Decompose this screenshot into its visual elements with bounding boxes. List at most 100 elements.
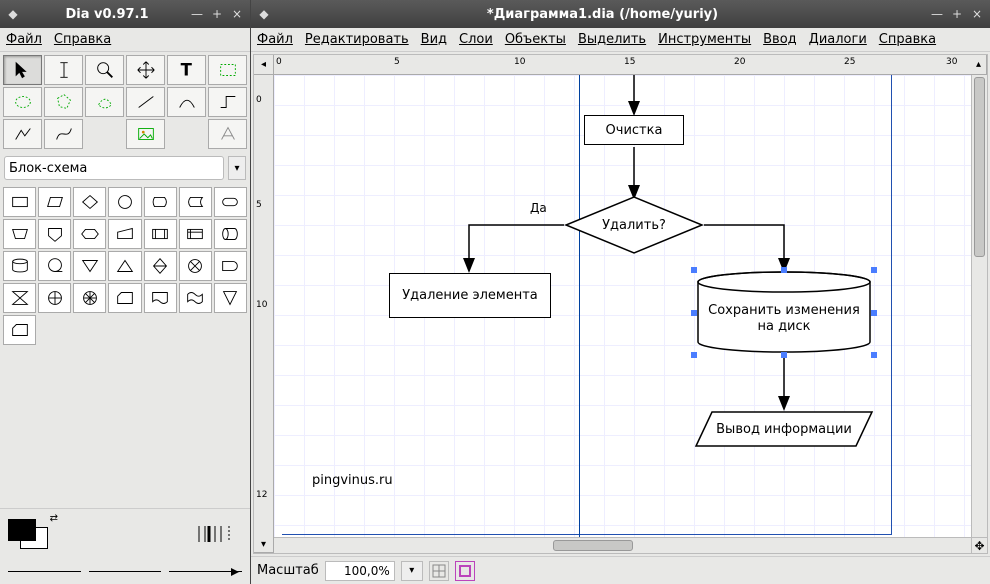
node-decision-delete[interactable]: Удалить? — [564, 195, 704, 255]
tool-line[interactable] — [126, 87, 165, 117]
shape-decision[interactable] — [73, 187, 106, 217]
shape-internal-storage[interactable] — [179, 219, 212, 249]
menu-help2[interactable]: Справка — [879, 32, 936, 47]
vertical-scrollbar[interactable] — [971, 75, 987, 537]
canvas-area: ◂ 0 5 10 15 20 25 30 ▴ 0 5 10 12 — [253, 54, 988, 554]
shape-magnetic-drum[interactable] — [214, 219, 247, 249]
shape-magnetic-disk[interactable] — [3, 251, 36, 281]
fgcolor-swatch[interactable] — [8, 519, 36, 541]
shape-predef-process[interactable] — [144, 219, 177, 249]
shape-display[interactable] — [144, 187, 177, 217]
toolbox-titlebar[interactable]: ◆ Dia v0.97.1 — + × — [0, 0, 250, 28]
ruler-corner-tr[interactable]: ▴ — [971, 55, 987, 75]
shape-delay[interactable] — [214, 251, 247, 281]
vertical-ruler[interactable]: 0 5 10 12 — [254, 75, 274, 537]
tool-polygon[interactable] — [44, 87, 83, 117]
vruler-tick: 5 — [256, 200, 262, 210]
snap-toggle[interactable] — [429, 561, 449, 581]
shape-offpage[interactable] — [38, 219, 71, 249]
shape-or[interactable] — [179, 251, 212, 281]
minimize-icon[interactable]: — — [190, 7, 204, 21]
canvas-close-icon[interactable]: × — [970, 7, 984, 21]
menu-help[interactable]: Справка — [54, 32, 111, 47]
tool-zigzag[interactable] — [208, 87, 247, 117]
tool-arc[interactable] — [167, 87, 206, 117]
shape-loop-limit[interactable] — [3, 315, 36, 345]
canvas-maximize-icon[interactable]: + — [950, 7, 964, 21]
tool-zoom[interactable] — [85, 55, 124, 85]
node-label: Вывод информации — [716, 422, 852, 437]
tool-bezier[interactable] — [44, 119, 83, 149]
vruler-tick: 10 — [256, 300, 267, 310]
menu-select[interactable]: Выделить — [578, 32, 646, 47]
shape-process[interactable] — [3, 187, 36, 217]
ruler-corner-bl[interactable]: ▾ — [254, 537, 274, 553]
shape-connector[interactable] — [108, 187, 141, 217]
shape-punched-card[interactable] — [108, 283, 141, 313]
tool-beziergon[interactable] — [85, 87, 124, 117]
shape-summing[interactable] — [73, 283, 106, 313]
linestyle-selector[interactable] — [89, 571, 162, 572]
tool-outline[interactable] — [208, 119, 247, 149]
menu-view[interactable]: Вид — [421, 32, 447, 47]
tool-box[interactable] — [208, 55, 247, 85]
canvas-titlebar[interactable]: ◆ *Диаграмма1.dia (/home/yuriy) — + × — [251, 0, 990, 28]
horizontal-scrollbar[interactable] — [274, 537, 971, 553]
menu-file[interactable]: Файл — [257, 32, 293, 47]
menu-edit[interactable]: Редактировать — [305, 32, 409, 47]
horizontal-ruler[interactable]: 0 5 10 15 20 25 30 — [274, 55, 971, 75]
menu-file[interactable]: Файл — [6, 32, 42, 47]
node-output-info[interactable]: Вывод информации — [694, 410, 874, 448]
shape-extract[interactable] — [73, 251, 106, 281]
node-storage-save[interactable]: Сохранить изменения на диск — [694, 270, 874, 355]
tool-image[interactable] — [126, 119, 165, 149]
tool-scroll[interactable] — [126, 55, 165, 85]
canvas-minimize-icon[interactable]: — — [930, 7, 944, 21]
shape-manual-input[interactable] — [108, 219, 141, 249]
close-icon[interactable]: × — [230, 7, 244, 21]
tool-ellipse[interactable] — [3, 87, 42, 117]
colorswatch[interactable]: ⇄ — [8, 519, 48, 549]
line-pattern[interactable] — [192, 520, 242, 548]
zoom-label: Масштаб — [257, 563, 319, 578]
sheet-name-input[interactable] — [4, 156, 224, 180]
shape-junction[interactable] — [38, 283, 71, 313]
nav-corner-icon[interactable]: ✥ — [971, 537, 987, 553]
node-process-delete-elem[interactable]: Удаление элемента — [389, 273, 551, 318]
tool-text[interactable]: T — [167, 55, 206, 85]
tool-polyline[interactable] — [3, 119, 42, 149]
shape-preparation[interactable] — [73, 219, 106, 249]
shape-document[interactable] — [144, 283, 177, 313]
shape-manual-op[interactable] — [3, 219, 36, 249]
shape-punched-tape[interactable] — [179, 283, 212, 313]
shape-parallelogram[interactable] — [38, 187, 71, 217]
hruler-tick: 0 — [276, 57, 282, 67]
shape-terminal[interactable] — [214, 187, 247, 217]
ruler-corner[interactable]: ◂ — [254, 55, 274, 75]
menu-tools[interactable]: Инструменты — [658, 32, 751, 47]
shape-sort[interactable] — [144, 251, 177, 281]
tool-pointer[interactable] — [3, 55, 42, 85]
node-process-clean[interactable]: Очистка — [584, 115, 684, 145]
shape-tape[interactable] — [38, 251, 71, 281]
object-snap-toggle[interactable] — [455, 561, 475, 581]
menu-layers[interactable]: Слои — [459, 32, 493, 47]
menu-dialogs[interactable]: Диалоги — [809, 32, 867, 47]
vertical-guide[interactable] — [579, 75, 580, 537]
endarrow-selector[interactable] — [169, 571, 242, 572]
shape-merge[interactable] — [108, 251, 141, 281]
shape-collate[interactable] — [3, 283, 36, 313]
diagram-canvas[interactable]: Очистка Удалить? Да Удаление элемента — [274, 75, 971, 537]
swap-colors-icon[interactable]: ⇄ — [50, 513, 58, 524]
shape-stored-data[interactable] — [179, 187, 212, 217]
maximize-icon[interactable]: + — [210, 7, 224, 21]
startarrow-selector[interactable] — [8, 571, 81, 572]
menu-input[interactable]: Ввод — [763, 32, 797, 47]
sheet-dropdown-button[interactable]: ▾ — [228, 156, 246, 180]
menu-objects[interactable]: Объекты — [505, 32, 566, 47]
tool-text-edit[interactable] — [44, 55, 83, 85]
shape-offpage-down[interactable] — [214, 283, 247, 313]
zoom-input[interactable] — [325, 561, 395, 581]
status-bar: Масштаб ▾ — [251, 556, 990, 584]
zoom-dropdown[interactable]: ▾ — [401, 561, 423, 581]
